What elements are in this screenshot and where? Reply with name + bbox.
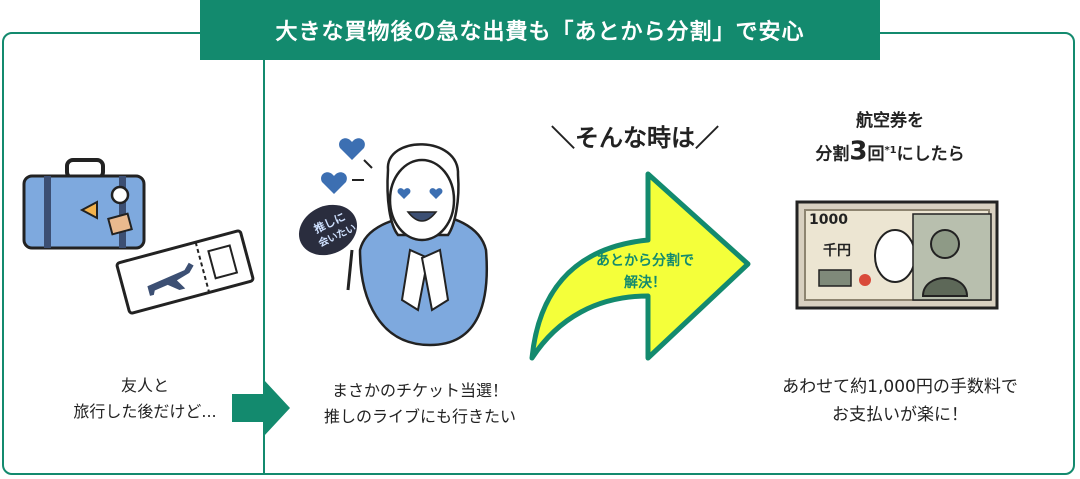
heading-prefix: 分割 [815,144,850,165]
banknote-illustration: 1000 千円 [795,200,999,310]
heading-line1: 航空券を [856,111,924,131]
step1-caption-line1: 友人と [120,376,169,395]
slogan-text: ＼そんな時は／ [551,124,719,152]
step1-caption: 友人と 旅行した後だけど... [30,373,260,425]
banknote-number: 1000 [809,212,848,228]
step2-caption-line1: まさかのチケット当選！ [331,381,508,400]
step4-caption-line2: お支払いが楽に！ [832,405,968,425]
heart-icon [339,138,365,160]
plane-ticket-illustration [115,229,255,315]
heading-line2: 分割3回*1にしたら [770,136,1010,170]
arrow-text-line1: あとから分割で [596,253,694,269]
step4-caption: あわせて約1,000円の手数料で お支払いが楽に！ [740,373,1060,429]
heart-icon [321,172,347,194]
step2-caption: まさかのチケット当選！ 推しのライブにも行きたい [290,378,550,430]
header-banner: 大きな買物後の急な出費も「あとから分割」で安心 [200,0,880,60]
step2-caption-line2: 推しのライブにも行きたい [323,407,516,426]
heading-unit: 回 [867,144,885,165]
heading-number: 3 [849,136,868,167]
banner-title: 大きな買物後の急な出費も「あとから分割」で安心 [275,20,805,45]
heading-note: *1 [884,145,897,156]
banknote-label: 千円 [823,242,851,259]
heading-suffix: にしたら [896,144,965,165]
arrow-text-line2: 解決！ [624,275,666,291]
next-arrow-icon [232,380,290,436]
step4-heading: 航空券を 分割3回*1にしたら [770,106,1010,170]
excited-woman-illustration: 推しに 会いたい [298,138,489,347]
step4-caption-line1: あわせて約1,000円の手数料で [782,377,1018,397]
step1-caption-line2: 旅行した後だけど... [73,402,217,421]
arrow-text: あとから分割で 解決！ [570,250,720,294]
